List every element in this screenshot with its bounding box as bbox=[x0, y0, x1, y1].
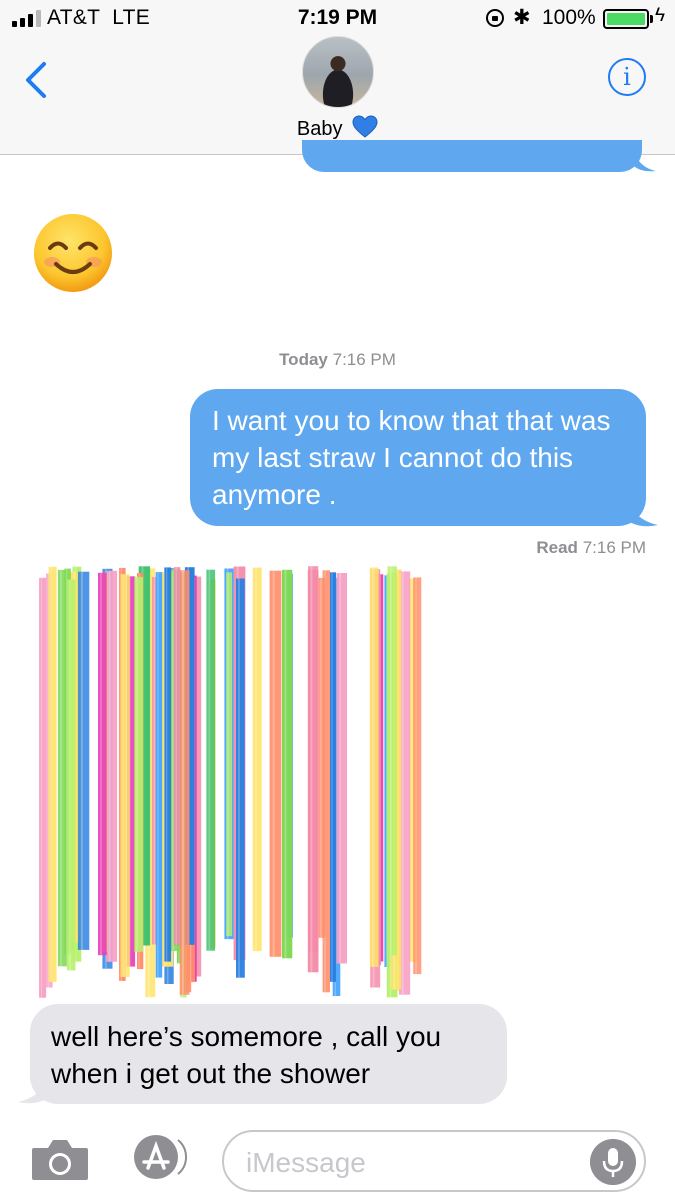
timestamp-day: Today bbox=[279, 350, 328, 369]
imessage-input[interactable]: iMessage bbox=[222, 1130, 646, 1192]
contact-avatar[interactable] bbox=[302, 36, 374, 108]
camera-icon[interactable] bbox=[30, 1136, 90, 1182]
back-chevron-icon[interactable] bbox=[22, 60, 52, 100]
straw bbox=[282, 569, 293, 959]
timestamp-time: 7:16 PM bbox=[332, 350, 396, 369]
straw-highlight bbox=[108, 570, 111, 962]
outgoing-message-bubble[interactable]: I want you to know that that was my last… bbox=[190, 389, 646, 526]
read-receipt: Read 7:16 PM bbox=[0, 538, 646, 558]
straw-highlight bbox=[153, 577, 155, 945]
info-icon[interactable]: i bbox=[608, 58, 646, 96]
straw-highlight bbox=[339, 573, 341, 964]
straw-highlight bbox=[100, 572, 102, 956]
battery-cap bbox=[650, 15, 653, 23]
input-bar: iMessage bbox=[0, 1120, 675, 1200]
straw bbox=[236, 578, 245, 978]
straw-highlight bbox=[310, 566, 313, 952]
straw-highlight bbox=[238, 578, 240, 978]
colorful-drinking-straws-image[interactable] bbox=[38, 566, 430, 1002]
straw bbox=[252, 567, 262, 952]
straw bbox=[269, 570, 282, 957]
blue-heart-icon bbox=[352, 115, 378, 138]
straw-highlight bbox=[172, 569, 174, 952]
straw-highlight bbox=[136, 576, 139, 952]
straw bbox=[413, 577, 422, 975]
conversation-header: Baby i bbox=[0, 36, 675, 155]
straw bbox=[308, 566, 319, 952]
straw-highlight bbox=[255, 567, 257, 952]
straw-highlight bbox=[80, 571, 83, 950]
straw-highlight bbox=[40, 577, 43, 998]
straw-highlight bbox=[122, 574, 125, 977]
previous-outgoing-bubble bbox=[302, 140, 642, 172]
incoming-message-bubble[interactable]: well here’s somemore , call you when i g… bbox=[30, 1004, 507, 1104]
imessage-placeholder: iMessage bbox=[246, 1147, 366, 1178]
straw-highlight bbox=[182, 570, 184, 995]
straw bbox=[98, 572, 107, 956]
conversation-timestamp: Today 7:16 PM bbox=[0, 350, 675, 370]
straw-highlight bbox=[50, 566, 52, 982]
straw bbox=[318, 577, 326, 938]
straw-highlight bbox=[331, 572, 333, 982]
straw-highlight bbox=[69, 579, 71, 971]
status-bar: AT&T LTE 7:19 PM ✱ 100% ϟ bbox=[0, 0, 675, 38]
smiling-face-with-smiling-eyes-icon[interactable] bbox=[32, 212, 114, 294]
straw-highlight bbox=[175, 567, 177, 945]
bluetooth-icon: ✱ bbox=[513, 6, 531, 29]
read-label: Read bbox=[536, 538, 578, 557]
straw bbox=[387, 566, 397, 956]
straw bbox=[329, 572, 336, 982]
straw bbox=[120, 574, 130, 977]
straw-highlight bbox=[166, 567, 168, 962]
straw-highlight bbox=[208, 569, 211, 951]
contact-name-row[interactable]: Baby bbox=[0, 115, 675, 141]
straw bbox=[134, 576, 144, 952]
app-store-icon[interactable] bbox=[126, 1134, 192, 1180]
bubble-tail bbox=[18, 1082, 48, 1104]
straw bbox=[179, 570, 190, 995]
orientation-lock-icon bbox=[486, 9, 504, 27]
straw bbox=[48, 566, 57, 982]
straw-highlight bbox=[60, 569, 62, 967]
straw bbox=[173, 567, 181, 945]
straw-highlight bbox=[227, 572, 229, 937]
straw bbox=[66, 579, 76, 971]
straw-highlight bbox=[389, 566, 392, 956]
straw bbox=[106, 570, 117, 962]
straw bbox=[77, 571, 90, 950]
straw bbox=[39, 577, 47, 998]
straw bbox=[155, 572, 163, 978]
straw-highlight bbox=[157, 572, 159, 978]
battery-percent: 100% bbox=[542, 6, 596, 29]
read-time: 7:16 PM bbox=[582, 538, 646, 557]
straw-highlight bbox=[415, 577, 417, 975]
straw-highlight bbox=[372, 567, 374, 967]
straw bbox=[206, 569, 216, 951]
straw-highlight bbox=[410, 578, 413, 962]
straw bbox=[164, 567, 172, 962]
straw bbox=[336, 573, 347, 964]
straw bbox=[226, 572, 233, 937]
straw bbox=[369, 567, 379, 967]
straw-highlight bbox=[272, 570, 275, 957]
contact-name: Baby bbox=[296, 118, 343, 140]
microphone-icon[interactable] bbox=[590, 1139, 636, 1185]
battery-icon bbox=[603, 9, 649, 29]
bubble-tail bbox=[628, 505, 658, 527]
charging-icon: ϟ bbox=[655, 5, 666, 26]
straw-highlight bbox=[320, 577, 322, 938]
bubble-tail bbox=[634, 152, 656, 172]
straw-highlight bbox=[401, 571, 404, 995]
straw-highlight bbox=[284, 569, 287, 959]
